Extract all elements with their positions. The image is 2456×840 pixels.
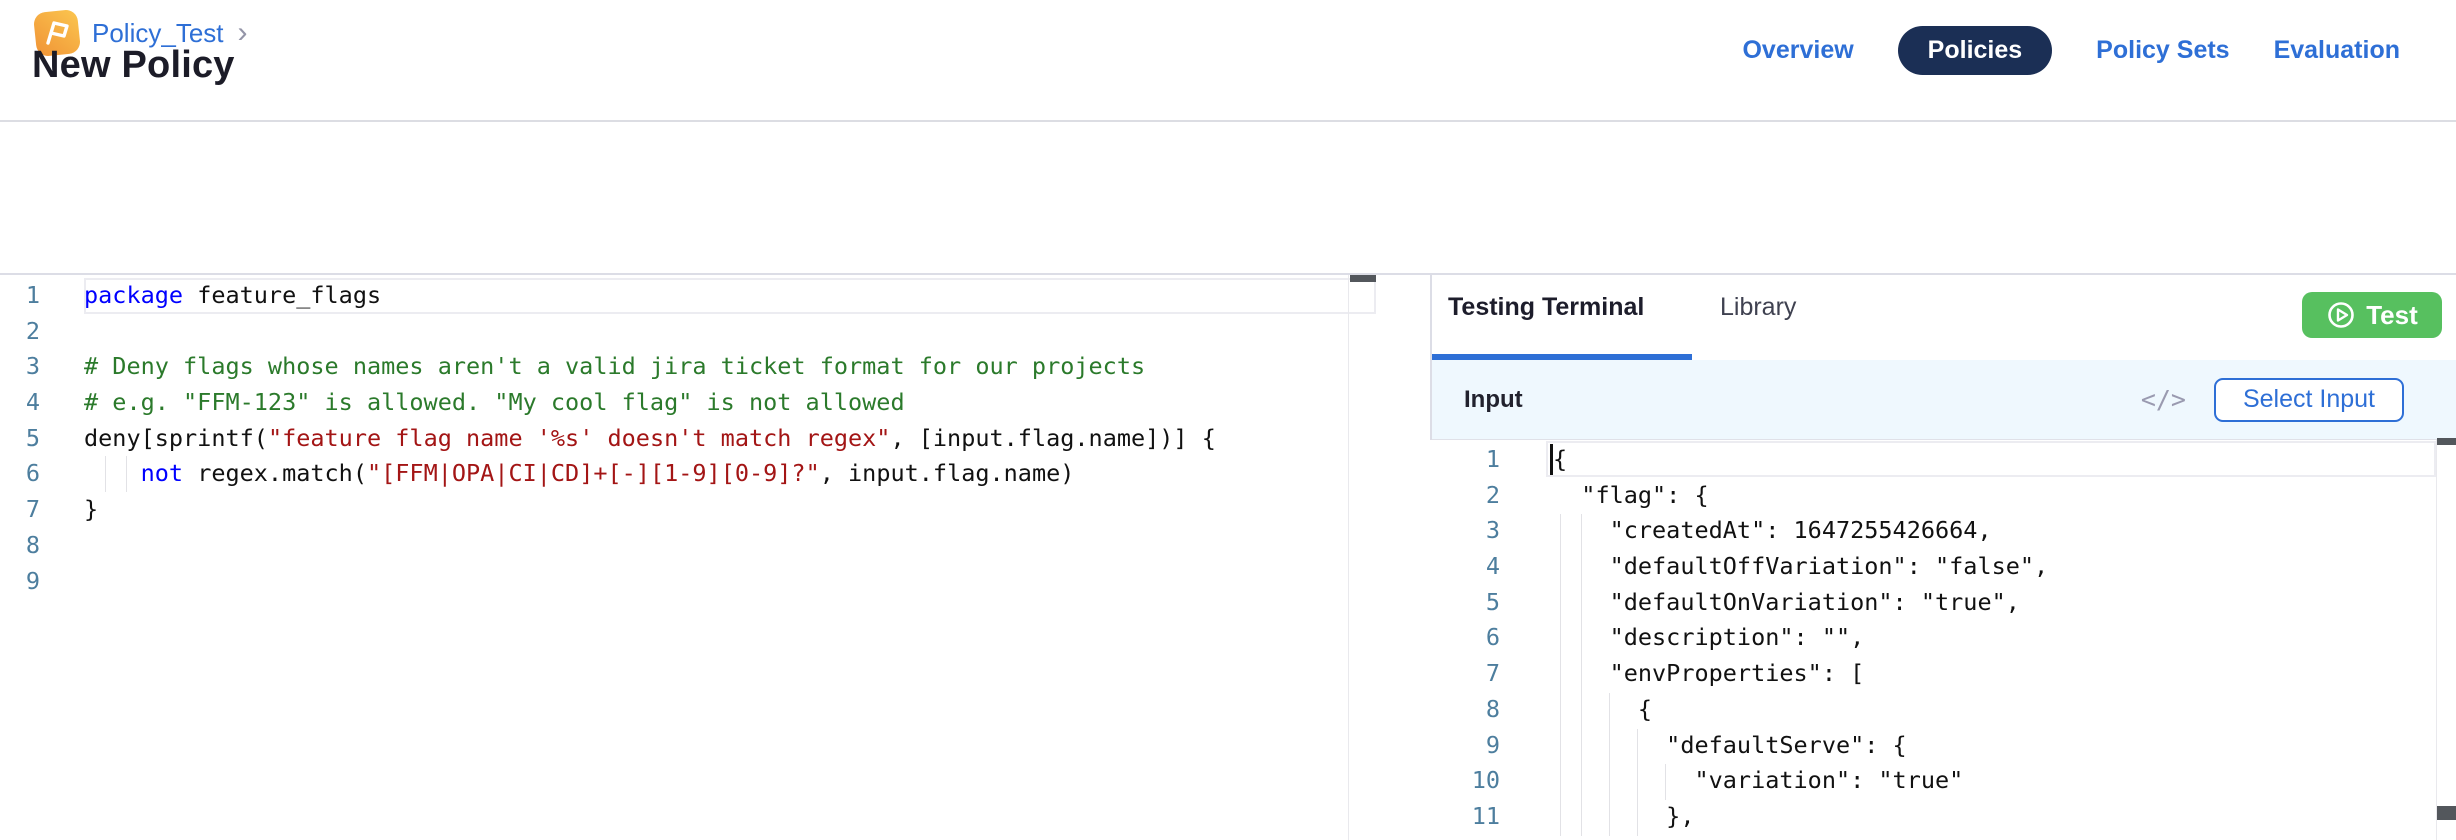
line-number: 2 [0,314,40,350]
policy-toolbar: First_policy Save Discard [0,122,2456,273]
code-line: 9 [0,564,1430,600]
nav-tab-overview[interactable]: Overview [1742,36,1853,65]
scrollbar-thumb[interactable] [2437,806,2456,820]
test-button-label: Test [2366,300,2418,331]
code-line: 6 "description": "", [1430,620,2456,656]
breadcrumb-chevron-icon: › [236,18,248,48]
line-number: 9 [0,564,40,600]
line-number: 4 [0,385,40,421]
scrollbar-thumb[interactable] [1350,275,1376,282]
line-number: 5 [0,421,40,457]
line-number: 6 [0,456,40,492]
test-button[interactable]: Test [2302,292,2442,338]
line-number: 9 [1430,728,1500,764]
text-cursor [1550,444,1553,475]
line-number: 8 [0,528,40,564]
line-number: 2 [1430,478,1500,514]
code-line: 8 { [1430,692,2456,728]
page-title: New Policy [32,44,235,87]
code-line: 5deny[sprintf("feature flag name '%s' do… [0,421,1430,457]
code-line: 3 "createdAt": 1647255426664, [1430,513,2456,549]
line-number: 3 [1430,513,1500,549]
code-line: 9 "defaultServe": { [1430,728,2456,764]
code-line: 11 }, [1430,799,2456,835]
nav-tab-evaluation[interactable]: Evaluation [2274,36,2400,65]
module-nav: Overview Policies Policy Sets Evaluation [1742,22,2400,78]
code-line: 5 "defaultOnVariation": "true", [1430,585,2456,621]
code-line: 7 "envProperties": [ [1430,656,2456,692]
line-number: 11 [1430,799,1500,835]
input-bar: Input </> Select Input [1432,360,2456,440]
code-line: 3# Deny flags whose names aren't a valid… [0,349,1430,385]
code-line: 4 "defaultOffVariation": "false", [1430,549,2456,585]
code-line: 8 [0,528,1430,564]
line-number: 5 [1430,585,1500,621]
policy-code-editor[interactable]: 1package feature_flags23# Deny flags who… [0,275,1430,840]
nav-tab-policies[interactable]: Policies [1898,26,2053,75]
input-label: Input [1464,386,1523,414]
tab-library[interactable]: Library [1720,293,1796,322]
policy-editor-page: Policy_Test › New Policy Overview Polici… [0,0,2456,840]
code-line: 2 [0,314,1430,350]
code-line: 7} [0,492,1430,528]
nav-tab-policy-sets[interactable]: Policy Sets [2096,36,2229,65]
code-line: 2 "flag": { [1430,478,2456,514]
input-json-editor[interactable]: 1{2 "flag": {3 "createdAt": 164725542666… [1430,440,2456,840]
page-header: Policy_Test › New Policy Overview Polici… [0,0,2456,122]
code-line: 6 not regex.match("[FFM|OPA|CI|CD]+[-][1… [0,456,1430,492]
line-number: 7 [0,492,40,528]
tab-testing-terminal[interactable]: Testing Terminal [1448,293,1644,322]
line-number: 8 [1430,692,1500,728]
play-circle-icon [2326,300,2356,330]
testing-panel-tabs: Testing Terminal Library Test [1432,275,2456,360]
line-number: 10 [1430,763,1500,799]
line-number: 3 [0,349,40,385]
select-input-button[interactable]: Select Input [2214,378,2404,422]
line-number: 4 [1430,549,1500,585]
line-number: 1 [0,278,40,314]
code-icon[interactable]: </> [2141,385,2186,414]
line-number: 1 [1430,442,1500,478]
line-number: 6 [1430,620,1500,656]
code-line: 1{ [1430,442,2456,478]
line-number: 7 [1430,656,1500,692]
code-line: 4# e.g. "FFM-123" is allowed. "My cool f… [0,385,1430,421]
code-line: 1package feature_flags [0,278,1430,314]
scrollbar-thumb[interactable] [2437,438,2456,445]
code-line: 10 "variation": "true" [1430,763,2456,799]
